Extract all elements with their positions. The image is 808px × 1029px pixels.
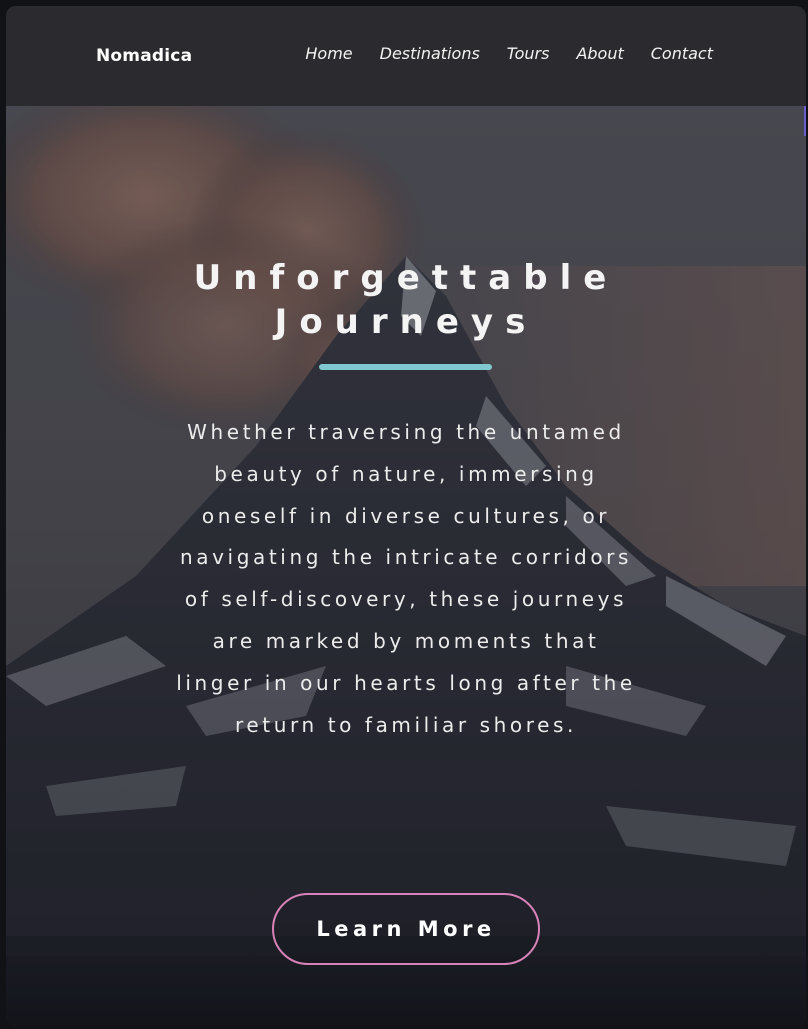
nav-link-about[interactable]: About	[576, 44, 623, 63]
scroll-edge-accent	[804, 106, 806, 136]
hero-title-line-1: Unforgettable	[193, 258, 619, 298]
browser-window: Nomadica Home Destinations Tours About C…	[6, 6, 806, 1026]
learn-more-button[interactable]: Learn More	[272, 893, 540, 965]
hero-title-line-2: Journeys	[274, 302, 538, 342]
hero-description: Whether traversing the untamed beauty of…	[176, 420, 636, 737]
nav-link-tours[interactable]: Tours	[507, 44, 550, 63]
nav-link-home[interactable]: Home	[305, 44, 352, 63]
hero-section: Unforgettable Journeys Whether traversin…	[6, 106, 806, 1026]
top-navbar: Nomadica Home Destinations Tours About C…	[6, 6, 806, 106]
brand-logo[interactable]: Nomadica	[96, 46, 192, 66]
screen-frame: Nomadica Home Destinations Tours About C…	[0, 0, 808, 1029]
hero-title: Unforgettable Journeys	[156, 256, 656, 344]
nav-link-contact[interactable]: Contact	[651, 44, 713, 63]
nav-link-destinations[interactable]: Destinations	[380, 44, 480, 63]
title-underline-divider	[319, 364, 492, 370]
nav-menu: Home Destinations Tours About Contact	[305, 44, 713, 63]
hero-content: Unforgettable Journeys Whether traversin…	[6, 106, 806, 1026]
